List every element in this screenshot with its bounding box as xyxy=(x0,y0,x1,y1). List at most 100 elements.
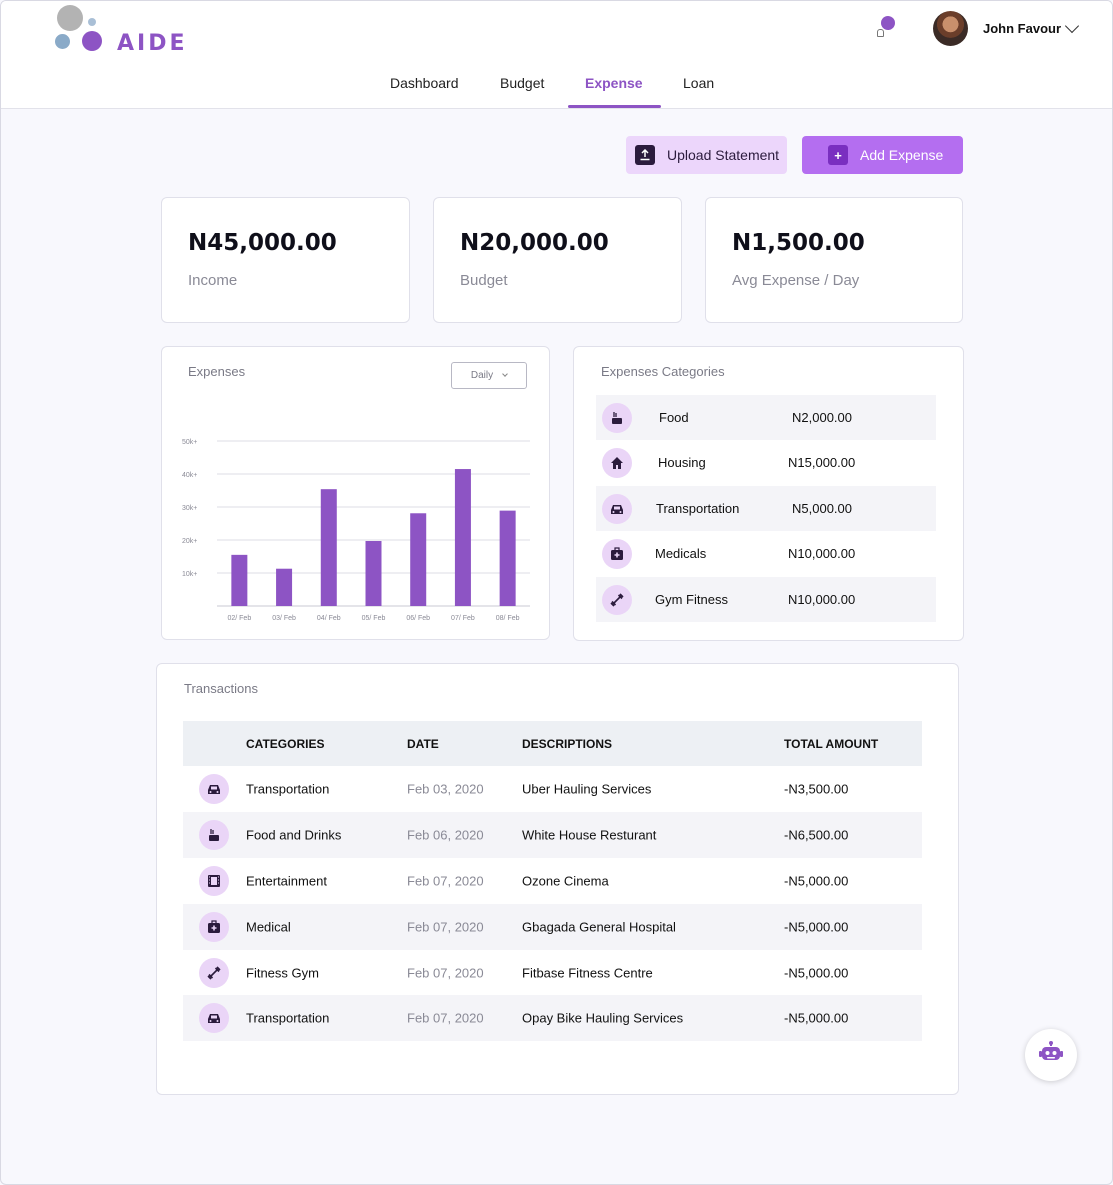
food-icon xyxy=(602,402,632,433)
category-name: Gym Fitness xyxy=(655,592,728,607)
table-row[interactable]: Fitness Gym Feb 07, 2020 Fitbase Fitness… xyxy=(183,950,922,996)
x-tick-label: 06/ Feb xyxy=(406,615,430,622)
column-header-categories[interactable]: CATEGORIES xyxy=(246,737,324,751)
y-tick-label: 40k+ xyxy=(182,472,197,479)
table-row[interactable]: Medical Feb 07, 2020 Gbagada General Hos… xyxy=(183,904,922,950)
row-amount: -N5,000.00 xyxy=(784,919,849,935)
category-row-gym-fitness[interactable]: Gym Fitness N10,000.00 xyxy=(596,577,936,622)
chart-bar xyxy=(276,568,293,606)
x-tick-label: 03/ Feb xyxy=(272,615,296,622)
row-amount: -N5,000.00 xyxy=(784,1010,849,1026)
logo-dot xyxy=(88,18,96,26)
chart-bar xyxy=(499,510,516,606)
logo-dot xyxy=(55,34,70,49)
column-header-date[interactable]: DATE xyxy=(407,737,439,751)
row-date: Feb 07, 2020 xyxy=(407,1010,484,1026)
row-amount: -N5,000.00 xyxy=(784,873,849,889)
expenses-bar-chart: 10k+ 20k+ 30k+ 40k+ 50k+ 02/ Feb 03/ Feb 04/ Fe… xyxy=(182,439,530,622)
category-amount: N2,000.00 xyxy=(792,410,852,425)
chevron-down-icon[interactable] xyxy=(1064,18,1080,34)
category-name: Transportation xyxy=(656,501,740,516)
row-description: White House Resturant xyxy=(522,827,657,843)
top-header: AIDE John Favour Dashboard Budget Expens… xyxy=(1,1,1112,109)
nav-dashboard[interactable]: Dashboard xyxy=(390,75,459,91)
y-tick-label: 50k+ xyxy=(182,439,197,446)
row-amount: -N6,500.00 xyxy=(784,827,849,843)
row-description: Ozone Cinema xyxy=(522,873,609,889)
x-tick-label: 04/ Feb xyxy=(317,615,341,622)
y-tick-label: 10k+ xyxy=(182,571,197,578)
row-date: Feb 07, 2020 xyxy=(407,919,484,935)
category-name: Housing xyxy=(658,455,706,470)
app-frame: AIDE John Favour Dashboard Budget Expens… xyxy=(0,0,1113,1185)
categories-title: Expenses Categories xyxy=(601,364,725,379)
transactions-title: Transactions xyxy=(184,681,258,696)
user-name[interactable]: John Favour xyxy=(983,21,1061,36)
notification-badge xyxy=(881,16,895,30)
expenses-chart-card: Expenses Daily 10k+ 20k+ 30k+ 40k+ 50k+ 02/ F… xyxy=(161,346,550,640)
category-row-transportation[interactable]: Transportation N5,000.00 xyxy=(596,486,936,531)
row-description: Gbagada General Hospital xyxy=(522,919,676,935)
row-amount: -N3,500.00 xyxy=(784,781,849,797)
budget-value: N20,000.00 xyxy=(460,230,609,256)
medical-kit-icon xyxy=(602,538,632,569)
category-amount: N15,000.00 xyxy=(788,455,856,470)
nav-loan[interactable]: Loan xyxy=(683,75,714,91)
table-row[interactable]: Entertainment Feb 07, 2020 Ozone Cinema … xyxy=(183,858,922,904)
nav-expense[interactable]: Expense xyxy=(585,75,643,91)
notification-bell-icon[interactable] xyxy=(871,15,899,43)
medical-kit-icon xyxy=(199,912,229,942)
dumbbell-icon xyxy=(199,958,229,988)
row-amount: -N5,000.00 xyxy=(784,965,849,981)
row-category: Fitness Gym xyxy=(246,965,319,981)
category-row-housing[interactable]: Housing N15,000.00 xyxy=(596,440,936,485)
chatbot-button[interactable] xyxy=(1025,1029,1077,1081)
table-row[interactable]: Transportation Feb 07, 2020 Opay Bike Ha… xyxy=(183,995,922,1041)
income-value: N45,000.00 xyxy=(188,230,337,256)
avg-expense-label: Avg Expense / Day xyxy=(732,272,860,289)
car-icon xyxy=(199,1003,229,1033)
category-name: Medicals xyxy=(655,546,707,561)
film-icon xyxy=(199,866,229,896)
row-category: Entertainment xyxy=(246,873,327,889)
category-name: Food xyxy=(659,410,689,425)
upload-statement-button[interactable]: Upload Statement xyxy=(626,136,787,174)
table-header: CATEGORIES DATE DESCRIPTIONS TOTAL AMOUN… xyxy=(183,721,922,766)
column-header-total-amount[interactable]: TOTAL AMOUNT xyxy=(784,737,878,751)
nav-budget[interactable]: Budget xyxy=(500,75,544,91)
category-row-medicals[interactable]: Medicals N10,000.00 xyxy=(596,531,936,576)
y-tick-label: 30k+ xyxy=(182,505,197,512)
chart-bar xyxy=(365,540,382,606)
chart-bar xyxy=(454,469,471,606)
table-row[interactable]: Transportation Feb 03, 2020 Uber Hauling… xyxy=(183,766,922,812)
category-amount: N10,000.00 xyxy=(788,592,856,607)
avatar[interactable] xyxy=(933,11,968,46)
row-category: Transportation xyxy=(246,1010,330,1026)
food-icon xyxy=(199,820,229,850)
logo-text: AIDE xyxy=(117,31,188,56)
row-date: Feb 07, 2020 xyxy=(407,965,484,981)
income-card: N45,000.00 Income xyxy=(161,197,410,323)
add-expense-button[interactable]: + Add Expense xyxy=(802,136,963,174)
logo-dot xyxy=(82,31,102,51)
logo-dot xyxy=(57,5,83,31)
category-amount: N10,000.00 xyxy=(788,546,856,561)
plus-icon: + xyxy=(828,145,848,165)
row-category: Food and Drinks xyxy=(246,827,342,843)
row-category: Medical xyxy=(246,919,291,935)
x-tick-label: 08/ Feb xyxy=(496,615,520,622)
logo[interactable]: AIDE xyxy=(53,5,193,56)
bell-shape xyxy=(877,29,884,37)
category-row-food[interactable]: Food N2,000.00 xyxy=(596,395,936,440)
chart-bar xyxy=(410,513,427,606)
dumbbell-icon xyxy=(602,584,632,615)
table-row[interactable]: Food and Drinks Feb 06, 2020 White House… xyxy=(183,812,922,858)
avg-expense-card: N1,500.00 Avg Expense / Day xyxy=(705,197,963,323)
upload-statement-label: Upload Statement xyxy=(667,147,780,163)
row-date: Feb 07, 2020 xyxy=(407,873,484,889)
column-header-descriptions[interactable]: DESCRIPTIONS xyxy=(522,737,612,751)
y-tick-label: 20k+ xyxy=(182,538,197,545)
row-description: Fitbase Fitness Centre xyxy=(522,965,653,981)
budget-card: N20,000.00 Budget xyxy=(433,197,682,323)
expense-categories-card: Expenses Categories Food N2,000.00 Housi… xyxy=(573,346,964,641)
